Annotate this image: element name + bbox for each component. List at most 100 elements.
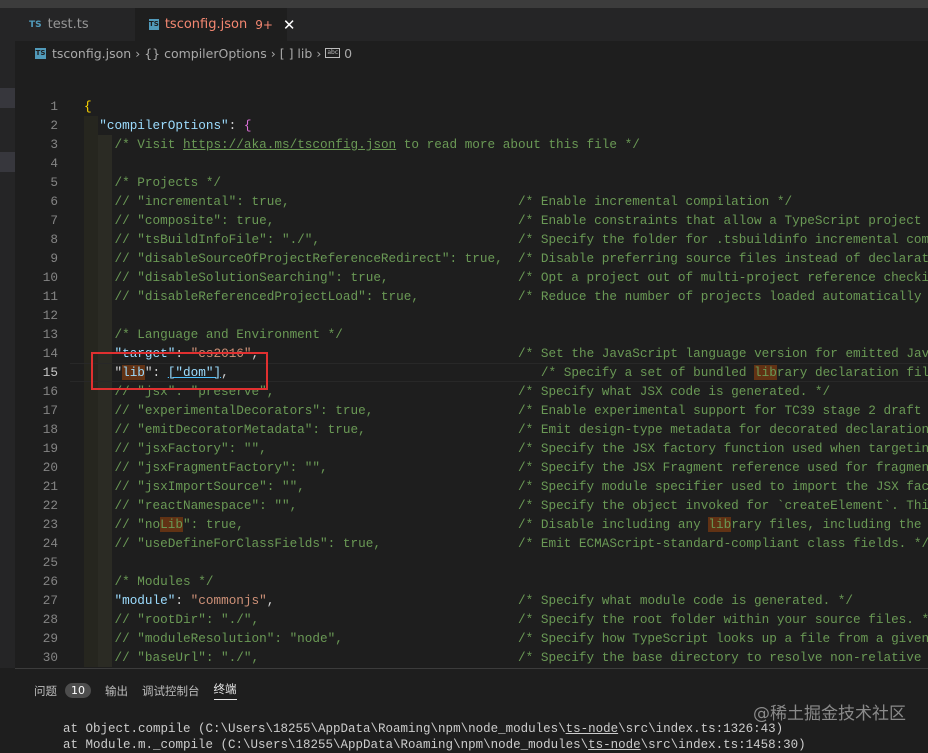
tab-problems[interactable]: 问题	[34, 683, 57, 699]
code-token: /* Reduce the number of projects loaded …	[518, 289, 928, 304]
code-line: // "noLib": true, /* Disable including a…	[84, 515, 928, 534]
code-token: /* Disable preferring source files inste…	[518, 251, 928, 266]
line-number: 2	[50, 118, 58, 133]
breadcrumb-item[interactable]: [ ] lib	[280, 46, 313, 61]
code-line: // "experimentalDecorators": true, /* En…	[84, 401, 928, 420]
code-token: ,	[266, 593, 275, 608]
terminal-link[interactable]: ts-node	[566, 722, 619, 736]
code-token: /* Modules */	[84, 574, 214, 589]
code-token: /* Specify module specifier used to impo…	[518, 479, 928, 494]
code-token: /* Specify what JSX code is generated. *…	[517, 384, 831, 399]
code-token: /* Enable experimental support for TC39 …	[518, 403, 922, 418]
activity-item[interactable]	[0, 88, 15, 108]
breadcrumb-item[interactable]: {} compilerOptions	[144, 46, 267, 61]
code-token: /* Enable constraints that allow a TypeS…	[517, 213, 922, 228]
line-number: 16	[42, 384, 58, 399]
line-number: 28	[42, 612, 58, 627]
problems-count: 10	[65, 683, 91, 698]
code-line: /* Modules */	[84, 572, 213, 591]
tab-debug-console[interactable]: 调试控制台	[142, 683, 200, 699]
activity-item[interactable]	[0, 152, 15, 172]
code-token: // "experimentalDecorators": true,	[84, 403, 374, 418]
code-token: // "tsBuildInfoFile": "./",	[84, 232, 321, 247]
code-token: rary files, including the default	[731, 517, 922, 532]
watermark: @稀土掘金技术社区	[753, 704, 906, 724]
breadcrumb-item[interactable]: tsconfig.json	[52, 46, 131, 61]
code-line: "compilerOptions": {	[84, 116, 251, 135]
code-line: // "emitDecoratorMetadata": true, /* Emi…	[84, 420, 928, 439]
code-line: // "composite": true, /* Enable constrai…	[84, 211, 928, 230]
typescript-icon: TS	[35, 47, 46, 59]
problem-badge: 9+	[255, 17, 273, 32]
code-token: /* Specify the JSX Fragment reference us…	[517, 460, 928, 475]
code-token: /* Visit	[84, 137, 183, 152]
code-token: ": true,	[182, 517, 244, 532]
code-token: "module"	[114, 593, 176, 608]
line-number: 13	[42, 327, 58, 342]
line-number: 26	[42, 574, 58, 589]
code-line: // "baseUrl": "./", /* Specify the base …	[84, 648, 928, 667]
line-number: 17	[42, 403, 58, 418]
line-number: 21	[42, 479, 58, 494]
terminal-output[interactable]: at Object.compile (C:\Users\18255\AppDat…	[63, 721, 806, 753]
tab-output[interactable]: 输出	[105, 683, 128, 699]
typescript-icon: TS	[29, 19, 42, 30]
code-line: /* Language and Environment */	[84, 325, 343, 344]
code-token: /* Projects */	[84, 175, 222, 190]
code-token: /* Language and Environment */	[84, 327, 343, 342]
code-line: // "incremental": true, /* Enable increm…	[84, 192, 792, 211]
code-token: // "jsxFragmentFactory": "",	[84, 460, 328, 475]
line-number: 30	[42, 650, 58, 665]
tab-tsconfig-json[interactable]: TS tsconfig.json 9+ ✕	[135, 8, 295, 41]
code-token: /* Specify the root folder within your s…	[518, 612, 928, 627]
line-number: 7	[50, 213, 58, 228]
line-number: 18	[42, 422, 58, 437]
code-token: // "baseUrl": "./",	[84, 650, 260, 665]
tab-test-ts[interactable]: TS test.ts	[15, 8, 135, 41]
line-number: 8	[50, 232, 58, 247]
line-number: 5	[50, 175, 58, 190]
code-line: /* Projects */	[84, 173, 221, 192]
close-icon[interactable]: ✕	[283, 16, 296, 34]
highlight-box	[91, 352, 268, 390]
code-token: // "composite": true,	[84, 213, 275, 228]
line-number: 9	[50, 251, 58, 266]
terminal-text: at Module.m._compile (C:\Users\18255\App…	[63, 738, 589, 752]
line-number: 23	[42, 517, 58, 532]
line-number: 3	[50, 137, 58, 152]
terminal-text: \src\index.ts:1326:43)	[618, 722, 784, 736]
code-token: /* Enable incremental compilation */	[518, 194, 793, 209]
code-line: // "disableSolutionSearching": true, /* …	[84, 268, 928, 287]
code-line: // "disableSourceOfProjectReferenceRedir…	[84, 249, 928, 268]
line-number: 12	[42, 308, 58, 323]
code-token: /* Specify the JSX factory function used…	[518, 441, 928, 456]
tab-terminal[interactable]: 终端	[213, 681, 237, 700]
terminal-link[interactable]: ts-node	[588, 738, 641, 752]
code-line: // "jsxImportSource": "", /* Specify mod…	[84, 477, 928, 496]
code-token: // "useDefineForClassFields": true,	[84, 536, 381, 551]
string-icon: abc	[325, 48, 341, 58]
code-line: // "reactNamespace": "", /* Specify the …	[84, 496, 928, 515]
line-number: 11	[42, 289, 58, 304]
code-token: // "rootDir": "./",	[84, 612, 260, 627]
breadcrumb-item[interactable]: 0	[344, 46, 352, 61]
code-token: /* Specify how TypeScript looks up a fil…	[518, 631, 928, 646]
code-token: /* Emit ECMAScript-standard-compliant cl…	[518, 536, 928, 551]
line-number: 10	[42, 270, 58, 285]
code-token: to read more about this file */	[396, 137, 640, 152]
code-line: /* Visit https://aka.ms/tsconfig.json to…	[84, 135, 640, 154]
code-token: lib	[754, 365, 777, 380]
line-number: 1	[50, 99, 58, 114]
code-token: // "moduleResolution": "node",	[84, 631, 343, 646]
code-token: "commonjs"	[190, 593, 267, 608]
code-token: lib	[708, 517, 732, 532]
code-line: // "tsBuildInfoFile": "./", /* Specify t…	[84, 230, 928, 249]
code-token: // "no	[84, 517, 161, 532]
code-token: // "reactNamespace": "",	[84, 498, 298, 513]
code-token: /* Specify the folder for .tsbuildinfo i…	[518, 232, 928, 247]
code-token: :	[228, 118, 244, 133]
tab-label: test.ts	[47, 17, 89, 32]
code-token: // "incremental": true,	[84, 194, 290, 209]
